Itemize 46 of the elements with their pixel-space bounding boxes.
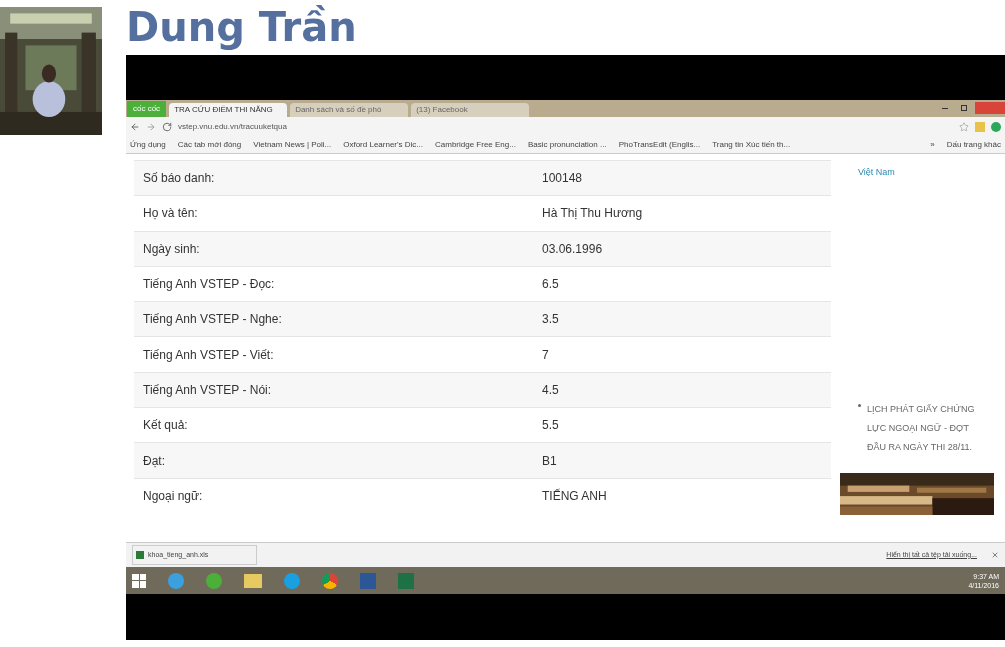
result-label: Họ và tên:	[142, 205, 199, 223]
reload-icon[interactable]	[162, 122, 172, 132]
result-label: Kết quả:	[142, 417, 189, 435]
result-label: Đạt:	[142, 452, 166, 470]
bullet-icon	[858, 403, 861, 407]
result-value: Hà Thị Thu Hương	[542, 205, 643, 223]
more-bookmarks[interactable]: »	[930, 139, 935, 151]
star-icon[interactable]	[959, 122, 969, 132]
result-label: Tiếng Anh VSTEP - Đọc:	[142, 276, 276, 294]
result-value: 03.06.1996	[542, 240, 603, 258]
bookmark[interactable]: Ứng dụng	[130, 139, 166, 151]
windows-icon[interactable]	[132, 573, 146, 588]
result-label: Tiếng Anh VSTEP - Nói:	[142, 381, 273, 399]
bookmark[interactable]: Cambridge Free Eng...	[435, 139, 516, 151]
other-bookmarks[interactable]: Dấu trang khác	[946, 139, 1001, 151]
chrome-icon[interactable]	[322, 572, 338, 589]
sidebar-link[interactable]: Việt Nam	[858, 166, 1005, 180]
bookmark[interactable]: Basic pronunciation ...	[527, 139, 607, 151]
result-value: 6.5	[542, 276, 559, 294]
result-label: Tiếng Anh VSTEP - Viết:	[142, 346, 275, 364]
forward-icon[interactable]	[146, 122, 156, 132]
result-value: B1	[542, 452, 557, 470]
news-link[interactable]: LỊCH PHÁT GIẤY CHỨNG	[867, 399, 975, 419]
result-label: Ngày sinh:	[142, 240, 201, 258]
browser-tab[interactable]: (13) Facebook	[411, 103, 530, 117]
bookmark[interactable]: Trang tin Xúc tiến th...	[712, 139, 791, 151]
bookmark[interactable]: Các tab mới đóng	[177, 139, 242, 151]
browser-tab[interactable]: TRA CỨU ĐIỂM THI NĂNG	[169, 103, 288, 117]
result-value: 7	[542, 346, 549, 364]
result-label: Số báo danh:	[142, 170, 216, 188]
back-icon[interactable]	[130, 122, 140, 132]
result-value: 4.5	[542, 381, 559, 399]
result-label: Tiếng Anh VSTEP - Nghe:	[142, 311, 283, 329]
result-value: TIẾNG ANH	[542, 487, 607, 505]
news-link[interactable]: LỰC NGOẠI NGỮ - ĐỢT	[867, 418, 975, 438]
bookmark[interactable]: Vietnam News | Poli...	[253, 139, 332, 151]
news-link[interactable]: ĐẦU RA NGÀY THI 28/11.	[867, 437, 975, 457]
result-value: 100148	[542, 170, 583, 188]
browser-tab[interactable]: Danh sách và số đề phò	[290, 103, 409, 117]
author-name[interactable]: Dung Trần	[126, 0, 1005, 55]
browser-logo: cốc cốc	[127, 101, 167, 117]
bookmark[interactable]: PhoTransEdit (Englis...	[618, 139, 701, 151]
result-label: Ngoại ngữ:	[142, 487, 204, 505]
bookmark[interactable]: Oxford Learner's Dic...	[343, 139, 423, 151]
result-value: 5.5	[542, 417, 559, 435]
result-value: 3.5	[542, 311, 559, 329]
